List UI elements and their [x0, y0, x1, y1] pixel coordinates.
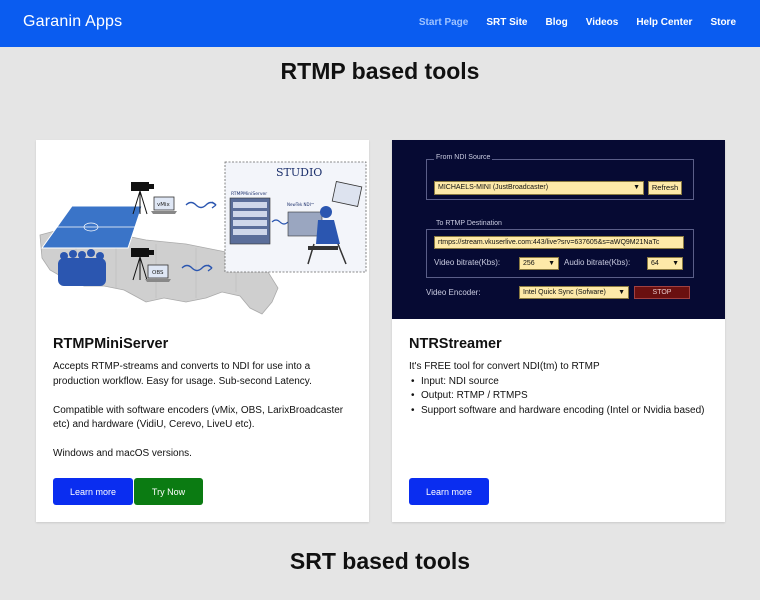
rtmp-url-field[interactable]: rtmps://stream.vkuserlive.com:443/live?s…: [434, 236, 684, 249]
svg-text:STUDIO: STUDIO: [276, 166, 322, 179]
nav-link-help-center[interactable]: Help Center: [636, 17, 692, 28]
nav-link-srt-site[interactable]: SRT Site: [486, 17, 527, 28]
card-ntrstreamer: From NDI Source MICHAELS-MINI (JustBroad…: [392, 140, 725, 522]
list-item: Input: NDI source: [409, 375, 709, 390]
rtmp-group-label: To RTMP Destination: [434, 220, 504, 227]
svg-text:vMix: vMix: [157, 202, 171, 208]
card-paragraph: Windows and macOS versions.: [53, 448, 192, 459]
rtmp-diagram-svg: vMix OBS STUDIO RTMPMiniServer NewTek ND…: [36, 140, 369, 319]
rtmp-section-title: RTMP based tools: [280, 58, 480, 84]
stop-button[interactable]: STOP: [634, 286, 690, 299]
video-bitrate-field[interactable]: 256 ▼: [519, 257, 559, 270]
crowd-icon: [58, 249, 106, 286]
card-paragraph: Accepts RTMP-streams and converts to NDI…: [53, 361, 312, 387]
feature-list: Input: NDI source Output: RTMP / RTMPS S…: [409, 375, 709, 419]
nav-links: Start Page SRT Site Blog Videos Help Cen…: [401, 17, 736, 28]
card-title-ntrstreamer: NTRStreamer: [409, 336, 502, 352]
rtmpminiserver-illustration: vMix OBS STUDIO RTMPMiniServer NewTek ND…: [36, 140, 369, 319]
card-title-rtmpminiserver: RTMPMiniServer: [53, 336, 169, 352]
card-body-rtmpminiserver: Accepts RTMP-streams and converts to NDI…: [53, 360, 353, 476]
ndi-source-select[interactable]: MICHAELS-MINI (JustBroadcaster) ▼: [434, 181, 644, 195]
svg-text:NewTek NDI™: NewTek NDI™: [287, 202, 315, 207]
card-rtmpminiserver: vMix OBS STUDIO RTMPMiniServer NewTek ND…: [36, 140, 369, 522]
ntrstreamer-screenshot: From NDI Source MICHAELS-MINI (JustBroad…: [392, 140, 725, 319]
nav-link-start-page[interactable]: Start Page: [419, 17, 468, 28]
audio-bitrate-field[interactable]: 64 ▼: [647, 257, 683, 270]
brand-logo[interactable]: Garanin Apps: [23, 13, 122, 31]
chevron-down-icon: ▼: [548, 260, 555, 267]
encoder-label: Video Encoder:: [426, 288, 481, 297]
card-paragraph: Compatible with software encoders (vMix,…: [53, 404, 344, 431]
audio-bitrate-label: Audio bitrate(Kbs):: [564, 258, 631, 267]
refresh-button[interactable]: Refresh: [648, 181, 682, 195]
rtmpminiserver-learn-more-button[interactable]: Learn more: [53, 478, 133, 505]
nav-link-blog[interactable]: Blog: [545, 17, 567, 28]
video-bitrate-label: Video bitrate(Kbs):: [434, 258, 501, 267]
list-item: Support software and hardware encoding (…: [409, 404, 709, 419]
chevron-down-icon: ▼: [672, 260, 679, 267]
navbar: Garanin Apps Start Page SRT Site Blog Vi…: [0, 0, 760, 47]
nav-link-store[interactable]: Store: [710, 17, 736, 28]
card-intro: It's FREE tool for convert NDI(tm) to RT…: [409, 361, 600, 372]
encoder-select[interactable]: Intel Quick Sync (Sofware) ▼: [519, 286, 629, 299]
ndi-group-label: From NDI Source: [434, 154, 493, 161]
list-item: Output: RTMP / RTMPS: [409, 389, 709, 404]
nav-link-videos[interactable]: Videos: [586, 17, 619, 28]
svg-text:OBS: OBS: [152, 270, 164, 276]
chevron-down-icon: ▼: [618, 289, 625, 296]
srt-section-title: SRT based tools: [289, 548, 471, 574]
server-rack-icon: [229, 197, 271, 245]
ntrstreamer-learn-more-button[interactable]: Learn more: [409, 478, 489, 505]
svg-text:RTMPMiniServer: RTMPMiniServer: [231, 191, 267, 197]
card-body-ntrstreamer: It's FREE tool for convert NDI(tm) to RT…: [409, 360, 709, 418]
chevron-down-icon: ▼: [633, 184, 640, 191]
rtmpminiserver-try-now-button[interactable]: Try Now: [134, 478, 203, 505]
